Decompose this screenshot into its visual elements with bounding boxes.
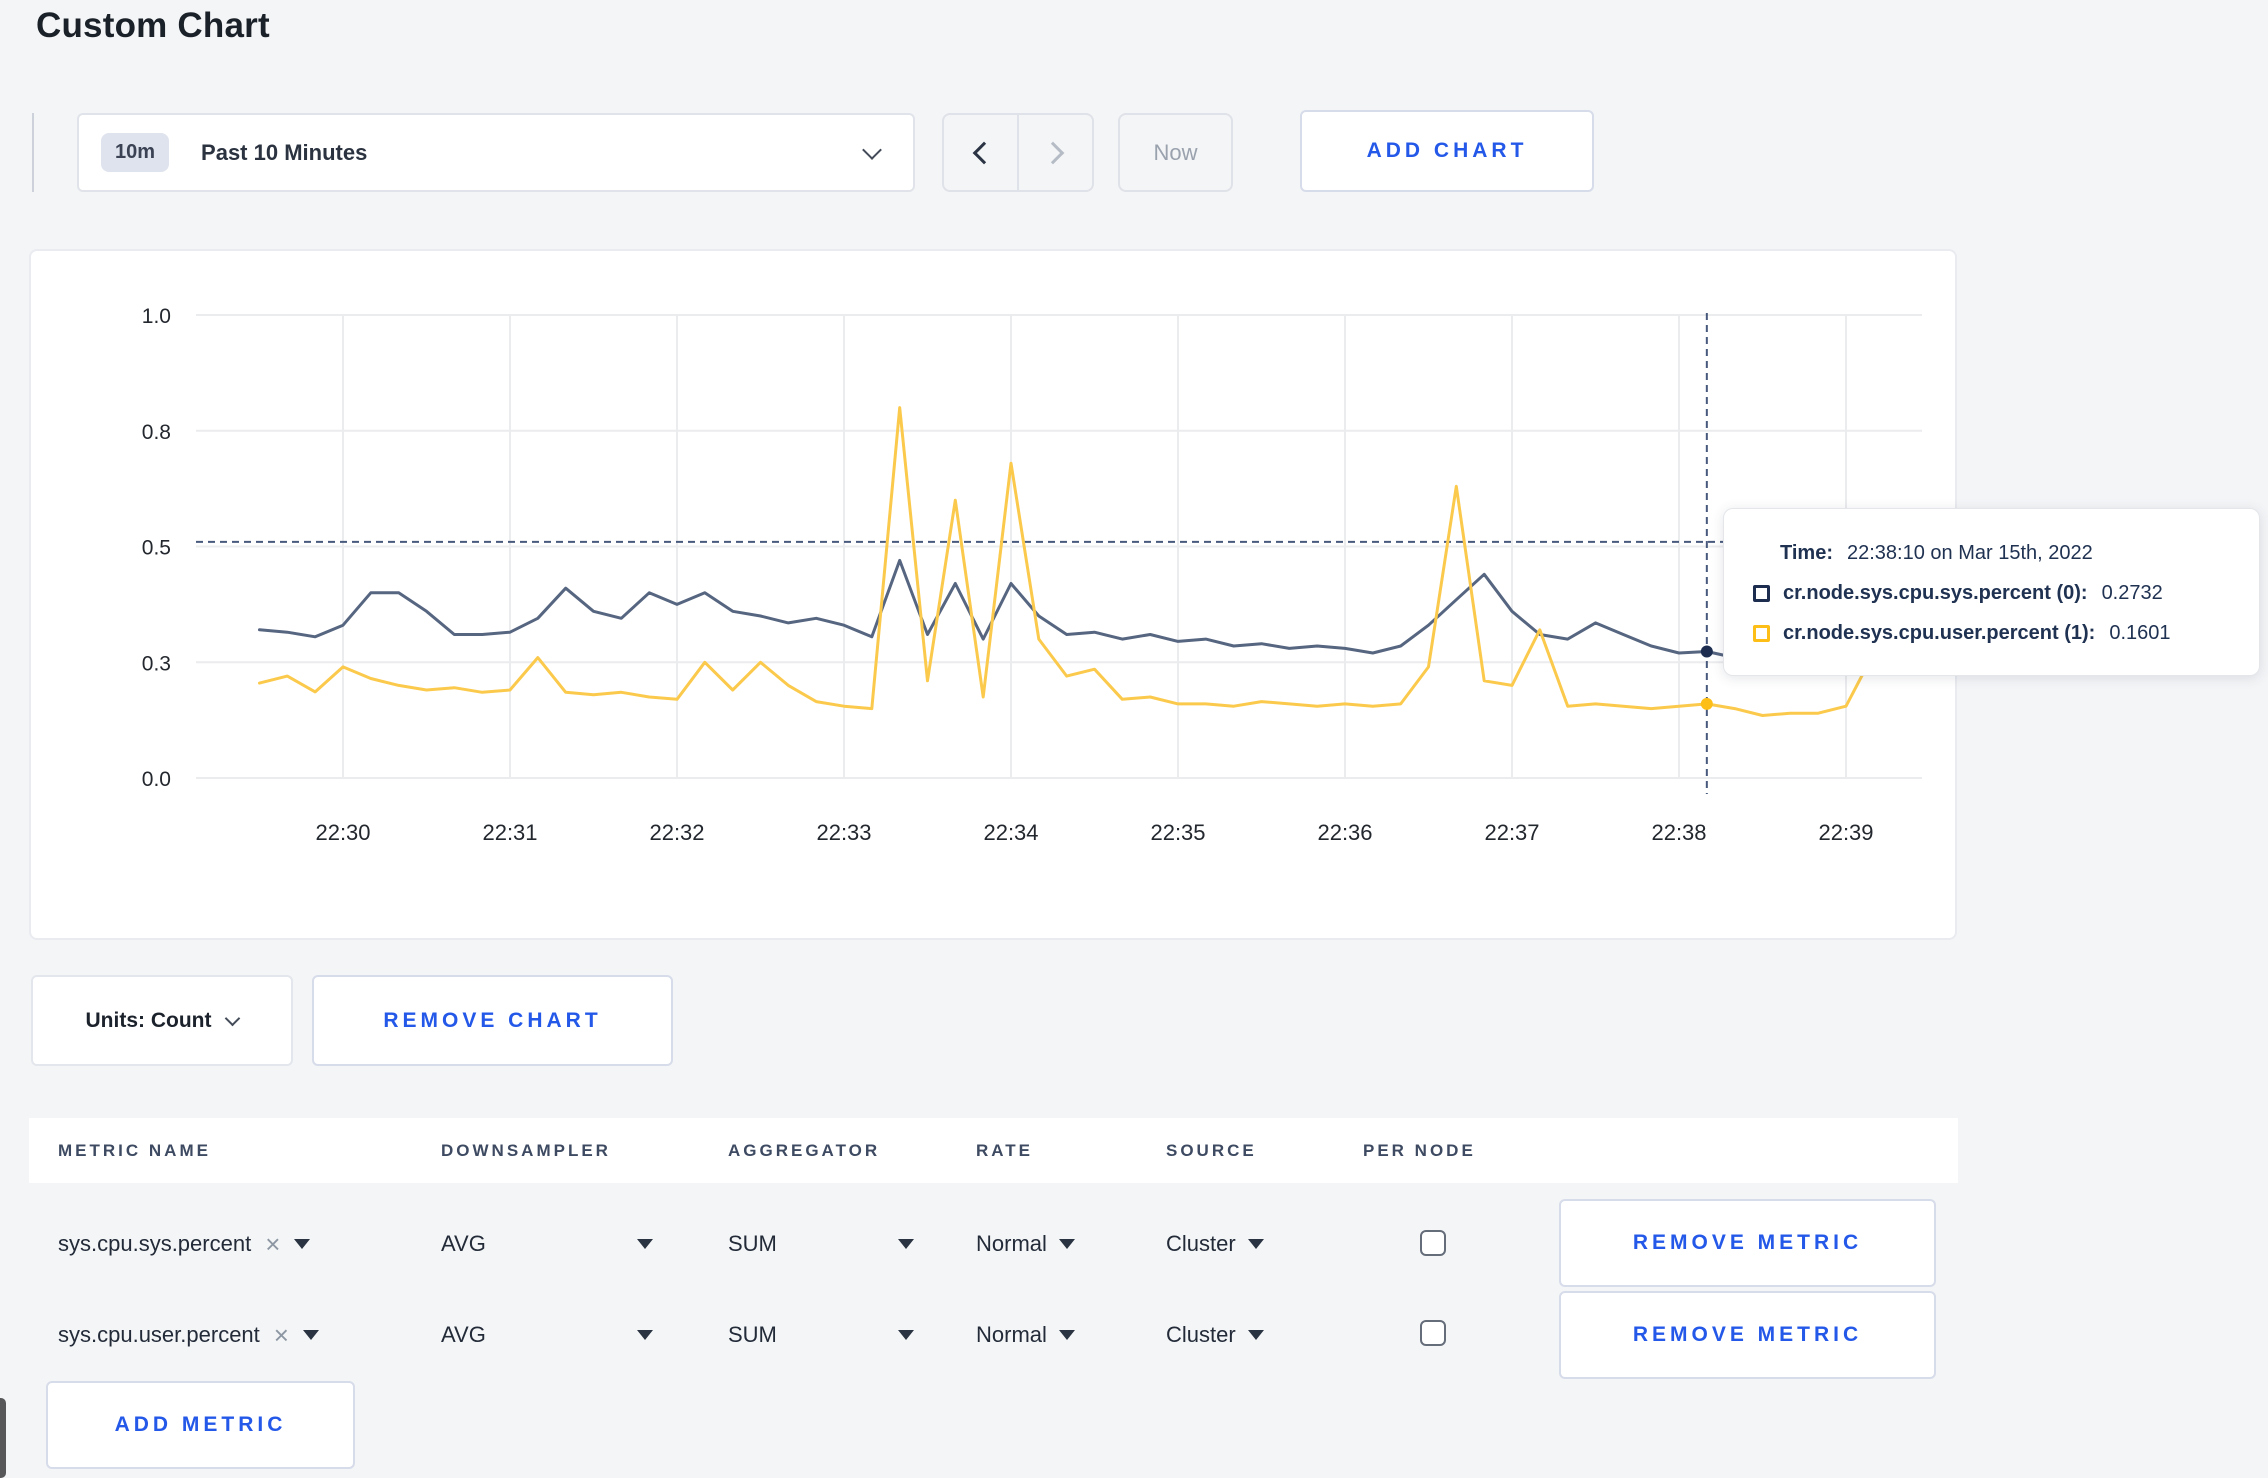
tooltip-entry-label: cr.node.sys.cpu.sys.percent (0):: [1783, 581, 2088, 604]
column-header-metric-name: METRIC NAME: [58, 1140, 211, 1160]
time-nav-group: [942, 113, 1094, 192]
remove-metric-button[interactable]: REMOVE METRIC: [1559, 1199, 1936, 1287]
source-value: Cluster: [1166, 1322, 1236, 1347]
toolbar-divider: [32, 113, 34, 192]
column-header-source: SOURCE: [1166, 1140, 1257, 1160]
clear-icon[interactable]: ×: [274, 1322, 289, 1348]
column-header-downsampler: DOWNSAMPLER: [441, 1140, 611, 1160]
add-metric-button[interactable]: ADD METRIC: [46, 1381, 355, 1469]
tooltip-time-label: Time:: [1780, 541, 1833, 564]
time-range-select[interactable]: 10m Past 10 Minutes: [77, 113, 915, 192]
tooltip-time-value: 22:38:10 on Mar 15th, 2022: [1846, 541, 2093, 564]
downsampler-value: AVG: [441, 1231, 486, 1256]
units-select[interactable]: Units: Count: [31, 975, 293, 1066]
series-swatch-icon: [1753, 584, 1770, 602]
chevron-left-icon: [972, 141, 995, 164]
svg-text:22:34: 22:34: [983, 820, 1038, 845]
source-select[interactable]: Cluster: [1166, 1220, 1264, 1268]
rate-select[interactable]: Normal: [976, 1311, 1075, 1359]
tooltip-entry-value: 0.2732: [2101, 581, 2163, 604]
dropdown-caret-icon: [294, 1239, 311, 1249]
dropdown-caret-icon: [637, 1239, 653, 1249]
units-label: Units: Count: [85, 1008, 212, 1032]
rate-select[interactable]: Normal: [976, 1220, 1075, 1268]
remove-chart-button[interactable]: REMOVE CHART: [312, 975, 673, 1066]
svg-text:22:36: 22:36: [1317, 820, 1372, 845]
metric-name-select[interactable]: sys.cpu.sys.percent ×: [58, 1220, 311, 1268]
dropdown-caret-icon: [898, 1330, 914, 1340]
tooltip-entry-label: cr.node.sys.cpu.user.percent (1):: [1783, 621, 2096, 644]
svg-text:1.0: 1.0: [142, 305, 171, 328]
svg-text:22:39: 22:39: [1818, 820, 1873, 845]
next-time-button[interactable]: [1017, 115, 1092, 190]
add-chart-button[interactable]: ADD CHART: [1300, 110, 1594, 192]
aggregator-select[interactable]: SUM: [728, 1220, 914, 1268]
svg-text:22:35: 22:35: [1150, 820, 1205, 845]
time-range-label: Past 10 Minutes: [201, 139, 368, 165]
dropdown-caret-icon: [898, 1239, 914, 1249]
source-value: Cluster: [1166, 1231, 1236, 1256]
svg-text:0.5: 0.5: [142, 537, 171, 560]
dropdown-caret-icon: [302, 1330, 319, 1340]
aggregator-select[interactable]: SUM: [728, 1311, 914, 1359]
rate-value: Normal: [976, 1231, 1047, 1256]
svg-text:0.3: 0.3: [142, 652, 171, 675]
custom-chart-page: Custom Chart 10m Past 10 Minutes Now ADD…: [0, 0, 2268, 1478]
clear-icon[interactable]: ×: [265, 1231, 280, 1257]
column-header-rate: RATE: [976, 1140, 1034, 1160]
chevron-down-icon: [225, 1010, 241, 1027]
source-select[interactable]: Cluster: [1166, 1311, 1264, 1359]
time-range-badge: 10m: [101, 133, 170, 172]
column-header-per-node: PER NODE: [1363, 1140, 1476, 1160]
series-swatch-icon: [1753, 624, 1770, 642]
dropdown-caret-icon: [1247, 1330, 1264, 1340]
svg-text:0.0: 0.0: [142, 768, 171, 791]
chart-tooltip: Time: 22:38:10 on Mar 15th, 2022 cr.node…: [1723, 508, 2260, 676]
downsampler-select[interactable]: AVG: [441, 1311, 653, 1359]
chart-card: 0.0 0.3 0.5 0.8 1.0 22:30 22:31 22:32 22:33 22:34…: [29, 249, 2260, 940]
chevron-right-icon: [1041, 141, 1064, 164]
column-header-aggregator: AGGREGATOR: [728, 1140, 881, 1160]
prev-time-button[interactable]: [944, 115, 1017, 190]
dropdown-caret-icon: [1247, 1239, 1264, 1249]
tooltip-entry-value: 0.1601: [2109, 621, 2171, 644]
remove-metric-button[interactable]: REMOVE METRIC: [1559, 1291, 1936, 1379]
per-node-checkbox[interactable]: [1420, 1320, 1446, 1346]
metric-name-label: sys.cpu.sys.percent: [58, 1231, 252, 1256]
svg-text:22:38: 22:38: [1651, 820, 1706, 845]
chevron-down-icon: [862, 139, 882, 160]
downsampler-select[interactable]: AVG: [441, 1220, 653, 1268]
rate-value: Normal: [976, 1322, 1047, 1347]
svg-text:22:30: 22:30: [315, 820, 370, 845]
page-title: Custom Chart: [36, 6, 270, 45]
tooltip-entry: cr.node.sys.cpu.sys.percent (0): 0.2732: [1753, 573, 2239, 613]
svg-text:0.8: 0.8: [142, 421, 171, 444]
svg-text:22:31: 22:31: [482, 820, 537, 845]
per-node-checkbox[interactable]: [1420, 1230, 1446, 1256]
svg-text:22:37: 22:37: [1484, 820, 1539, 845]
dropdown-caret-icon: [637, 1330, 653, 1340]
aggregator-value: SUM: [728, 1231, 777, 1256]
downsampler-value: AVG: [441, 1322, 486, 1347]
window-edge-artifact: [0, 1398, 6, 1478]
svg-text:22:33: 22:33: [816, 820, 871, 845]
svg-text:22:32: 22:32: [649, 820, 704, 845]
metric-name-select[interactable]: sys.cpu.user.percent ×: [58, 1311, 319, 1359]
metric-name-label: sys.cpu.user.percent: [58, 1322, 260, 1347]
dropdown-caret-icon: [1058, 1330, 1075, 1340]
dropdown-caret-icon: [1058, 1239, 1075, 1249]
metrics-table-header: METRIC NAME DOWNSAMPLER AGGREGATOR RATE …: [29, 1118, 1958, 1183]
aggregator-value: SUM: [728, 1322, 777, 1347]
cpu-usage-line-chart[interactable]: 0.0 0.3 0.5 0.8 1.0 22:30 22:31 22:32 22:33 22:34…: [31, 251, 1959, 938]
tooltip-entry: cr.node.sys.cpu.user.percent (1): 0.1601: [1753, 613, 2239, 653]
now-button[interactable]: Now: [1118, 113, 1233, 192]
